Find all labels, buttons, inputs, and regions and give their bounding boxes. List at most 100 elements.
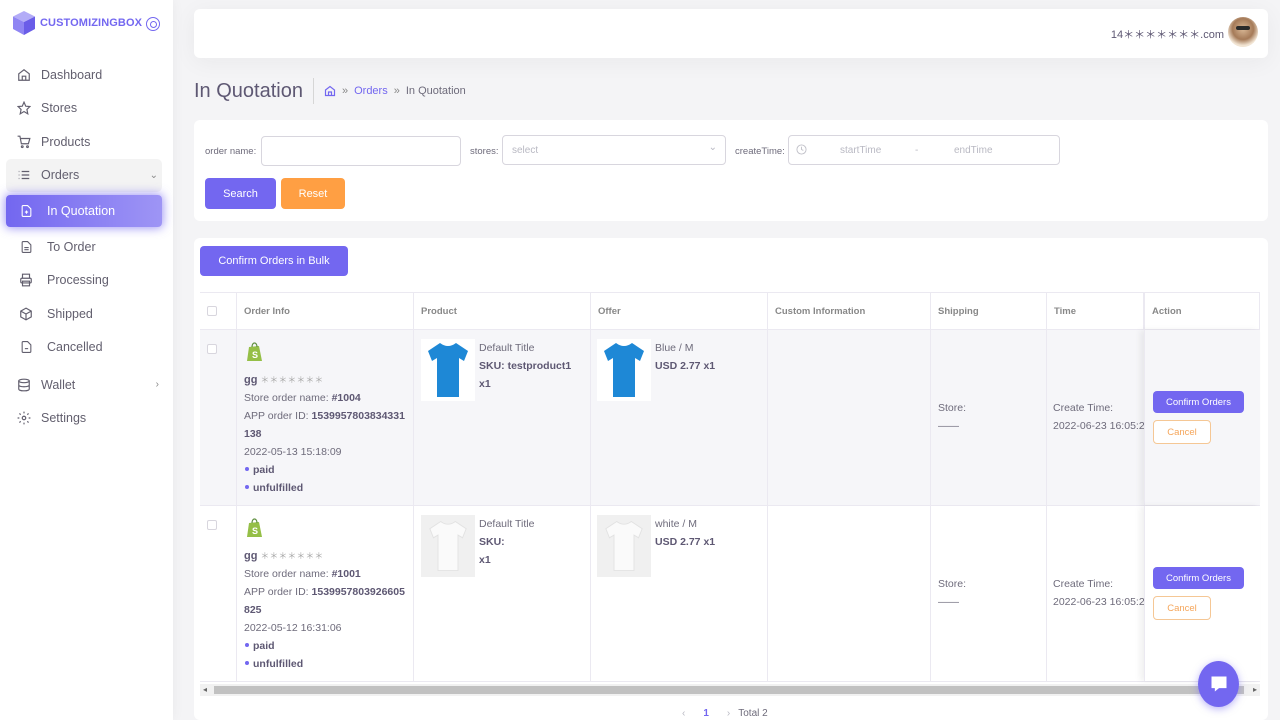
- home-icon[interactable]: [324, 85, 336, 97]
- financial-status: paid: [253, 640, 275, 652]
- status-dot: [245, 661, 249, 666]
- tshirt-icon: [429, 520, 467, 571]
- product-image[interactable]: [421, 339, 475, 401]
- sidebar-item-settings[interactable]: Settings: [0, 402, 173, 436]
- svg-text:S: S: [252, 350, 258, 360]
- row-checkbox[interactable]: [207, 344, 217, 354]
- row-checkbox[interactable]: [207, 520, 217, 530]
- sidebar-item-label: Products: [41, 134, 91, 149]
- sidebar-item-shipped[interactable]: Shipped: [0, 297, 173, 331]
- reset-button[interactable]: Reset: [281, 178, 345, 209]
- tshirt-icon: [605, 520, 643, 571]
- offer-info: Blue / M USD 2.77 x1: [655, 339, 715, 375]
- logo[interactable]: CUSTOMIZINGBOX: [12, 10, 142, 36]
- sidebar-item-cancelled[interactable]: Cancelled: [0, 331, 173, 365]
- chevron-down-icon: ⌄: [708, 142, 717, 153]
- sidebar: CUSTOMIZINGBOX Dashboard Stores Products…: [0, 0, 173, 720]
- create-time-range[interactable]: startTime - endTime: [788, 135, 1060, 165]
- sidebar-item-label: Stores: [41, 101, 78, 116]
- star-icon: [16, 100, 32, 116]
- offer-cell: white / M USD 2.77 x1: [591, 506, 768, 681]
- prev-page-button[interactable]: ‹: [682, 708, 685, 719]
- sidebar-item-dashboard[interactable]: Dashboard: [0, 58, 173, 92]
- store-order-number: #1004: [331, 392, 361, 404]
- breadcrumb-separator: »: [393, 85, 400, 97]
- range-separator: -: [915, 145, 919, 156]
- create-time-label: createTime:: [735, 146, 785, 157]
- action-cell: Confirm Orders Cancel: [1144, 506, 1260, 681]
- table-row: S gg ＊＊＊＊＊＊＊ Store order name: #1004 APP…: [200, 330, 1260, 506]
- breadcrumb-orders[interactable]: Orders: [354, 85, 388, 97]
- sidebar-item-label: In Quotation: [47, 204, 116, 218]
- order-name-input[interactable]: [261, 136, 461, 166]
- offer-image[interactable]: [597, 515, 651, 577]
- app-order-id-label: APP order ID:: [244, 586, 309, 598]
- row-select-cell: [200, 330, 237, 505]
- search-button[interactable]: Search: [205, 178, 276, 209]
- custom-info-cell: [768, 330, 931, 505]
- time-cell: Create Time: 2022-06-23 16:05:26: [1047, 506, 1144, 681]
- scroll-left-arrow[interactable]: ◂: [203, 685, 207, 694]
- create-time-value: 2022-06-23 16:05:26: [1053, 596, 1144, 608]
- page-number[interactable]: 1: [703, 708, 709, 719]
- shipping-cell: Store: ——: [931, 506, 1047, 681]
- chat-button[interactable]: [1198, 661, 1239, 707]
- user-email[interactable]: 14＊＊＊＊＊＊＊.com: [1111, 26, 1224, 42]
- offer-variant: white / M: [655, 518, 698, 530]
- status-dot: [245, 485, 249, 490]
- breadcrumb-current: In Quotation: [405, 85, 466, 97]
- create-time-value: 2022-06-23 16:05:26: [1053, 420, 1144, 432]
- stores-select[interactable]: select ⌄: [502, 135, 726, 165]
- cancel-button[interactable]: Cancel: [1153, 596, 1211, 620]
- order-details: gg ＊＊＊＊＊＊＊ Store order name: #1004 APP o…: [244, 371, 414, 497]
- shopify-icon: S: [247, 518, 262, 537]
- scroll-right-arrow[interactable]: ▸: [1253, 685, 1257, 694]
- store-mask: ＊＊＊＊＊＊＊: [260, 551, 324, 561]
- confirm-orders-button[interactable]: Confirm Orders: [1153, 567, 1244, 589]
- app-order-id: 1539957803926605: [311, 586, 405, 598]
- custom-info-cell: [768, 506, 931, 681]
- sidebar-item-stores[interactable]: Stores: [0, 92, 173, 126]
- sidebar-item-products[interactable]: Products: [0, 125, 173, 159]
- sidebar-item-wallet[interactable]: Wallet ›: [0, 368, 173, 402]
- app-order-id-tail: 825: [244, 604, 262, 616]
- file-plus-icon: [18, 203, 34, 219]
- chevron-right-icon: ›: [155, 379, 159, 391]
- offer-price: USD 2.77 x1: [655, 360, 716, 372]
- confirm-orders-button[interactable]: Confirm Orders: [1153, 391, 1244, 413]
- sidebar-item-orders[interactable]: Orders ⌄: [6, 158, 162, 192]
- column-header: Time: [1047, 293, 1144, 330]
- product-qty: x1: [479, 378, 491, 390]
- confirm-orders-bulk-button[interactable]: Confirm Orders in Bulk: [200, 246, 348, 276]
- select-all-checkbox[interactable]: [207, 306, 217, 316]
- home-icon: [16, 67, 32, 83]
- avatar[interactable]: [1228, 17, 1258, 47]
- offer-info: white / M USD 2.77 x1: [655, 515, 715, 551]
- product-image[interactable]: [421, 515, 475, 577]
- start-time-input[interactable]: startTime: [840, 145, 881, 156]
- tshirt-icon: [428, 343, 468, 397]
- app-order-id-label: APP order ID:: [244, 410, 309, 422]
- product-info: Default Title SKU: testproduct1 x1: [479, 339, 571, 393]
- offer-image[interactable]: [597, 339, 651, 401]
- total-count: Total 2: [738, 708, 768, 719]
- pagination: ‹ 1 › Total 2: [682, 708, 768, 719]
- end-time-input[interactable]: endTime: [954, 145, 993, 156]
- product-cell: Default Title SKU: x1: [414, 506, 591, 681]
- shipping-label: Store:: [938, 402, 967, 414]
- shipping-value: ——: [938, 420, 959, 432]
- next-page-button[interactable]: ›: [727, 708, 730, 719]
- sidebar-item-processing[interactable]: Processing: [0, 264, 173, 298]
- horizontal-scrollbar[interactable]: ◂ ▸: [200, 684, 1260, 696]
- sidebar-toggle-icon[interactable]: [146, 17, 160, 31]
- product-info: Default Title SKU: x1: [479, 515, 534, 569]
- sidebar-item-in-quotation[interactable]: In Quotation: [6, 195, 162, 227]
- offer-price: USD 2.77 x1: [655, 536, 716, 548]
- sidebar-item-label: Shipped: [47, 306, 93, 321]
- scrollbar-thumb[interactable]: [214, 686, 1244, 694]
- column-header: Product: [414, 293, 591, 330]
- product-title: Default Title: [479, 342, 535, 354]
- cancel-button[interactable]: Cancel: [1153, 420, 1211, 444]
- sidebar-nav: Dashboard Stores Products Orders ⌄ In Qu…: [0, 58, 173, 435]
- sidebar-item-to-order[interactable]: To Order: [0, 230, 173, 264]
